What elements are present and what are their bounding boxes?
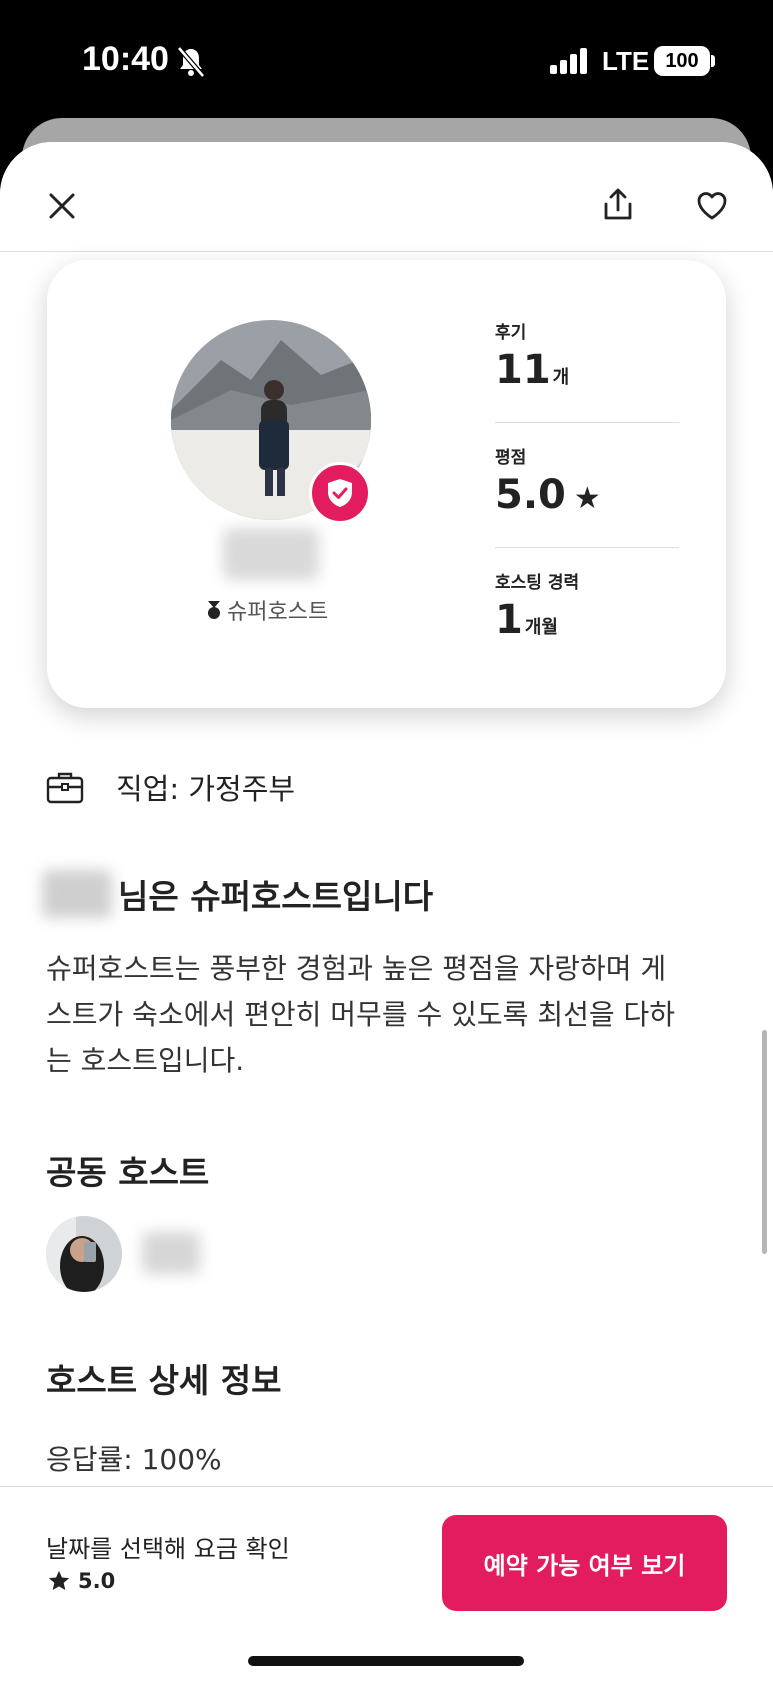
heart-icon (697, 192, 727, 220)
price-hint[interactable]: 날짜를 선택해 요금 확인 (46, 1529, 290, 1564)
share-icon (604, 188, 632, 220)
scrollbar[interactable] (762, 1030, 767, 1254)
star-icon (48, 1570, 70, 1590)
check-availability-button[interactable]: 예약 가능 여부 보기 (442, 1515, 727, 1611)
close-icon (49, 193, 75, 219)
stat-label: 평점 (495, 448, 527, 468)
signal-icon (550, 48, 590, 78)
bell-muted-icon (176, 46, 206, 82)
close-button[interactable] (40, 184, 84, 228)
share-button[interactable] (596, 182, 640, 226)
stat-reviews: 후기 11 개 (495, 318, 679, 393)
host-profile-sheet: 슈퍼호스트 후기 11 개 평점 5.0 ★ 호스팅 경력 1 개월 직업: 가… (0, 142, 773, 1681)
stat-value: 5.0 (495, 472, 566, 518)
wishlist-button[interactable] (688, 184, 736, 228)
stat-unit: 개월 (524, 617, 558, 638)
divider (495, 547, 679, 548)
host-card[interactable]: 슈퍼호스트 후기 11 개 평점 5.0 ★ 호스팅 경력 1 개월 (47, 260, 726, 708)
stat-label: 호스팅 경력 (495, 573, 580, 593)
job-text: 직업: 가정주부 (116, 772, 296, 806)
stat-label: 후기 (495, 323, 527, 343)
stat-unit: 개 (552, 367, 570, 388)
footer-rating: 5.0 (48, 1569, 115, 1593)
cohost-name (142, 1232, 200, 1274)
stat-value: 11 (495, 347, 551, 393)
stat-value: 1 (495, 597, 523, 643)
verified-shield-icon (309, 462, 371, 524)
response-rate: 응답률: 100% (46, 1443, 222, 1476)
footer-rating-value: 5.0 (78, 1569, 116, 1593)
cohost-heading: 공동 호스트 (46, 1153, 210, 1192)
cohost-avatar[interactable] (46, 1216, 122, 1292)
superhost-medal-icon (208, 601, 220, 619)
home-indicator (248, 1656, 524, 1666)
superhost-description: 슈퍼호스트는 풍부한 경험과 높은 평점을 자랑하며 게스트가 숙소에서 편안히… (46, 952, 676, 1077)
superhost-badge: 슈퍼호스트 (207, 594, 328, 626)
briefcase-icon (46, 772, 84, 804)
battery-icon: 100 (654, 46, 710, 76)
status-bar: 10:40 LTE 100 (0, 0, 773, 120)
network-label: LTE (602, 46, 650, 76)
top-bar (0, 142, 773, 252)
battery-tip (711, 55, 715, 67)
divider (495, 422, 679, 423)
job-row: 직업: 가정주부 (46, 766, 295, 808)
superhost-label: 슈퍼호스트 (227, 600, 329, 625)
superhost-heading-text: 님은 슈퍼호스트입니다 (118, 877, 434, 916)
stat-rating: 평점 5.0 ★ (495, 443, 679, 518)
status-time: 10:40 (82, 40, 169, 78)
host-name (223, 528, 319, 580)
host-details-heading: 호스트 상세 정보 (46, 1361, 282, 1400)
booking-footer: 날짜를 선택해 요금 확인 5.0 예약 가능 여부 보기 (0, 1486, 773, 1681)
star-icon: ★ (573, 481, 601, 516)
stat-hosting-experience: 호스팅 경력 1 개월 (495, 568, 679, 643)
superhost-heading: 님은 슈퍼호스트입니다 (42, 870, 433, 918)
host-name-blurred (42, 870, 112, 918)
